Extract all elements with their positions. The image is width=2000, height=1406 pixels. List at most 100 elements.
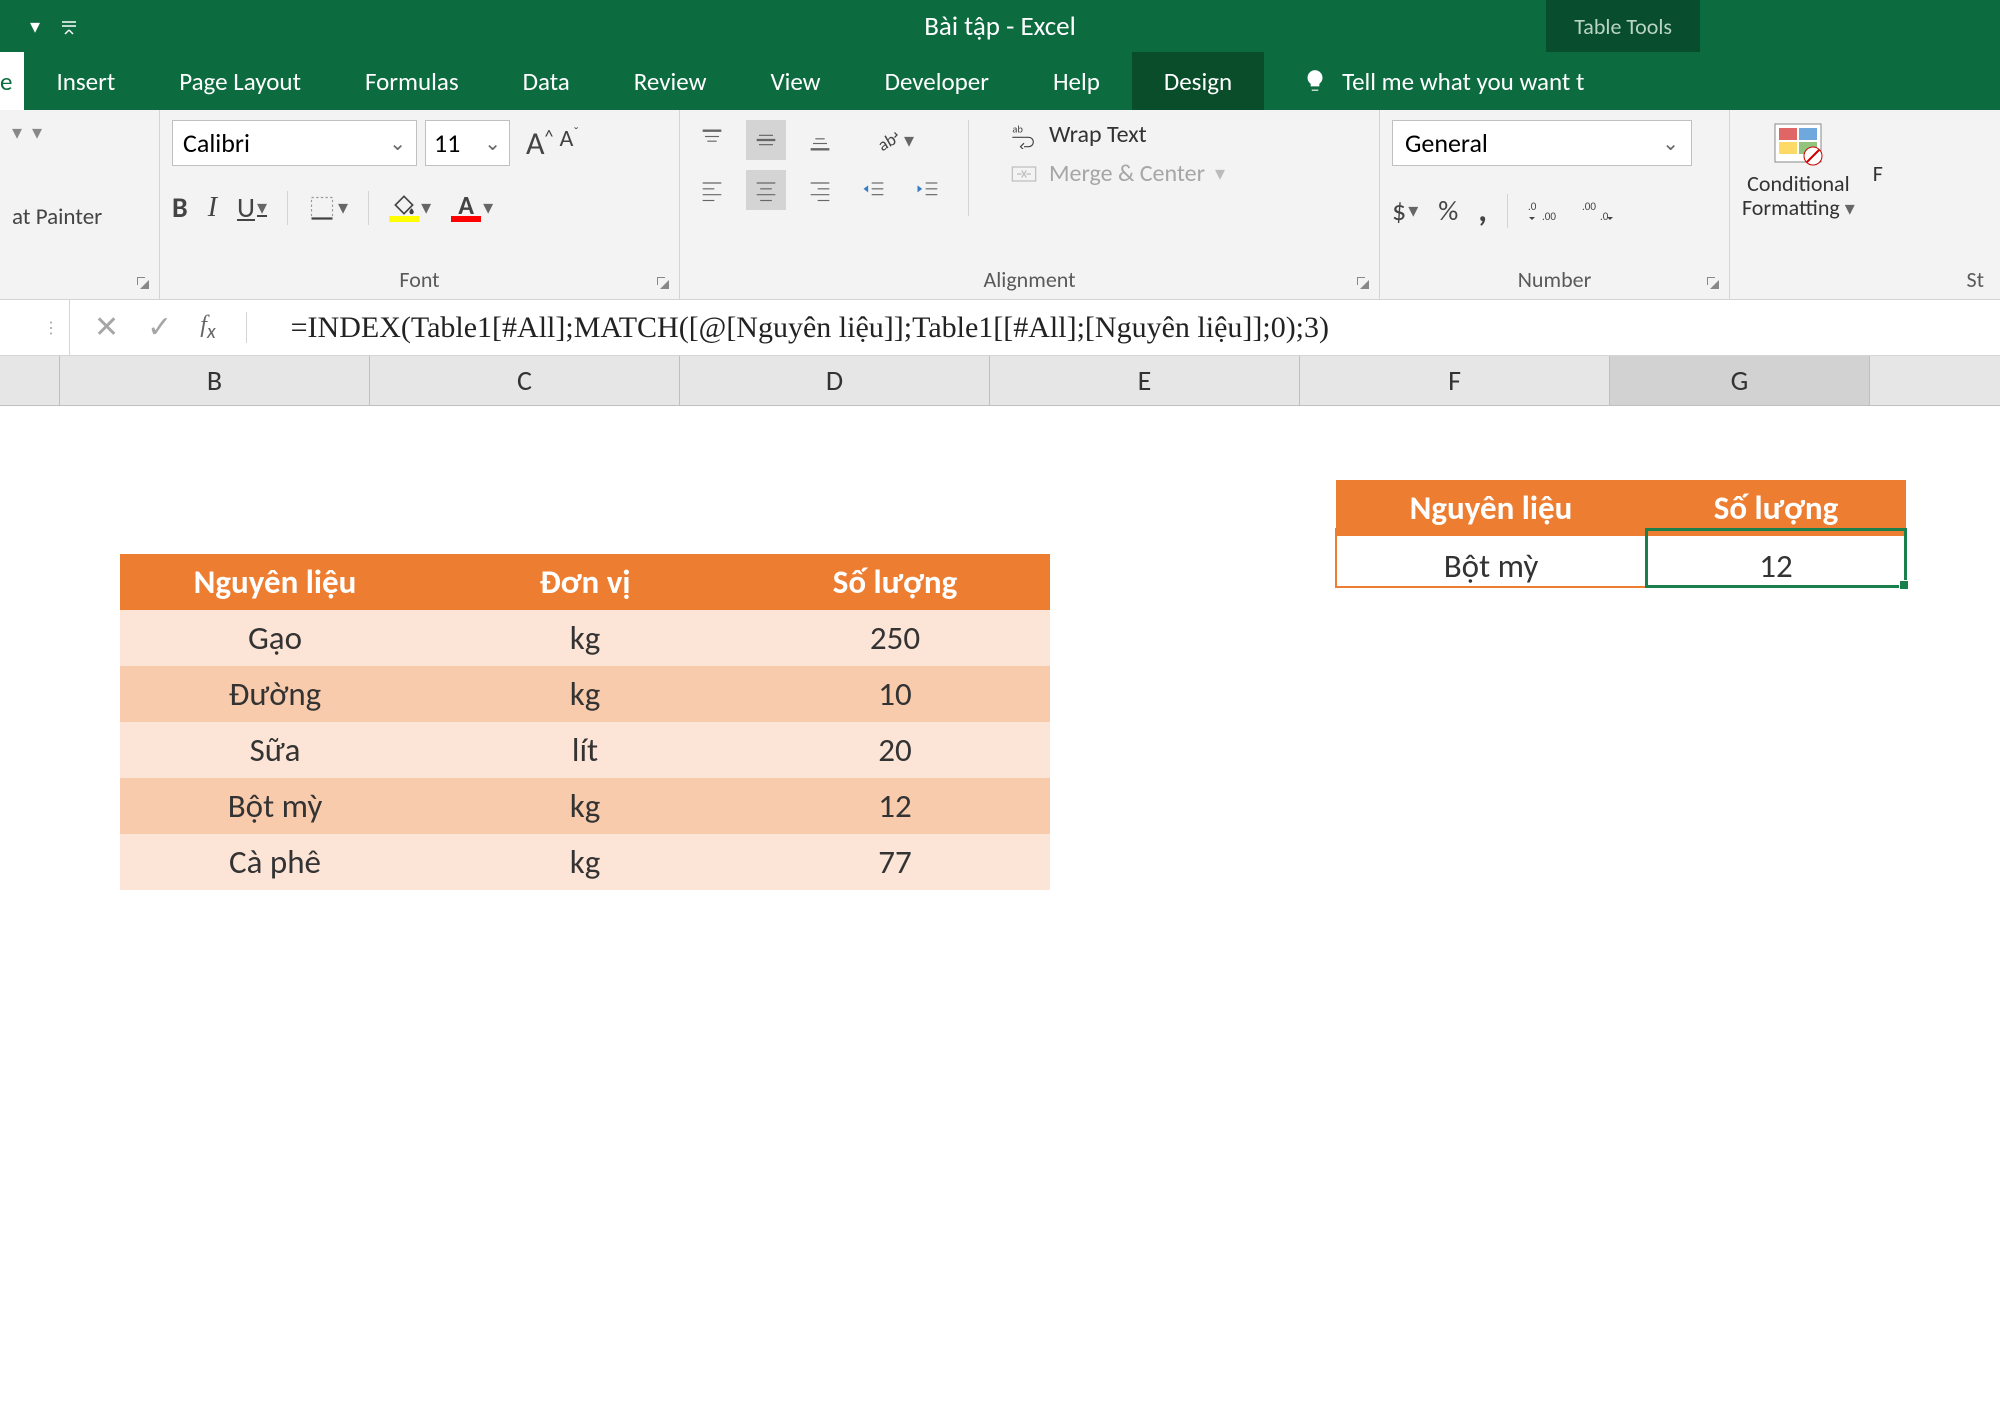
orientation-button[interactable]: ab ▾ [872, 125, 914, 155]
cell[interactable]: kg [430, 666, 740, 722]
conditional-formatting-button[interactable]: ConditionalFormatting ▾ [1742, 120, 1855, 221]
chevron-down-icon: ▾ [1215, 161, 1225, 186]
tab-developer[interactable]: Developer [853, 52, 1021, 110]
increase-indent-button[interactable] [908, 170, 948, 210]
table1-header[interactable]: Nguyên liệu [120, 554, 430, 610]
table2[interactable]: Nguyên liệu Số lượng Bột mỳ 12 [1336, 480, 1906, 596]
formula-input[interactable]: =INDEX(Table1[#All];MATCH([@[Nguyên liệu… [271, 311, 2000, 345]
underline-button[interactable]: U▾ [237, 190, 267, 225]
cell[interactable]: 20 [740, 722, 1050, 778]
qat-customize-icon[interactable] [60, 17, 78, 35]
column-header-f[interactable]: F [1300, 356, 1610, 405]
tab-file-partial[interactable]: e [0, 52, 24, 110]
align-bottom-button[interactable] [800, 120, 840, 160]
worksheet-grid[interactable]: Nguyên liệu Đơn vị Số lượng Gạo kg 250 Đ… [0, 406, 2000, 1406]
paste-dropdown-icon[interactable]: ▾ [12, 120, 22, 145]
accounting-format-button[interactable]: $▾ [1392, 193, 1418, 228]
cancel-formula-button[interactable]: ✕ [94, 309, 119, 346]
table-row: Bột mỳ 12 [1336, 536, 1906, 596]
group-label-styles-partial: St [1742, 264, 1988, 295]
alignment-dialog-launcher[interactable] [1355, 275, 1373, 293]
cell[interactable]: 250 [740, 610, 1050, 666]
table2-header[interactable]: Số lượng [1646, 480, 1906, 536]
column-header-c[interactable]: C [370, 356, 680, 405]
tab-design[interactable]: Design [1132, 52, 1264, 110]
tab-insert[interactable]: Insert [24, 52, 147, 110]
tab-review[interactable]: Review [602, 52, 739, 110]
borders-button[interactable]: ▾ [308, 194, 348, 222]
align-center-button[interactable] [746, 170, 786, 210]
format-as-table-button-partial[interactable]: F [1873, 160, 1883, 187]
group-alignment: ab ▾ ab Wrap Text [680, 110, 1380, 299]
merge-center-label: Merge & Center [1049, 159, 1205, 188]
font-dialog-launcher[interactable] [655, 275, 673, 293]
insert-function-button[interactable]: fx [200, 312, 246, 344]
qat-dropdown-icon[interactable]: ▾ [30, 14, 40, 39]
align-right-button[interactable] [800, 170, 840, 210]
bold-button[interactable]: B [172, 190, 188, 225]
tab-view[interactable]: View [738, 52, 852, 110]
shrink-font-button[interactable]: Aˇ [559, 124, 578, 163]
italic-button[interactable]: I [208, 192, 217, 224]
column-header-e[interactable]: E [990, 356, 1300, 405]
tab-help[interactable]: Help [1021, 52, 1132, 110]
column-header-d[interactable]: D [680, 356, 990, 405]
tell-me-search[interactable]: Tell me what you want t [1302, 66, 1584, 97]
cell[interactable]: 12 [740, 778, 1050, 834]
table-row: Cà phê kg 77 [120, 834, 1050, 890]
cell[interactable]: 10 [740, 666, 1050, 722]
merge-center-button[interactable]: Merge & Center ▾ [1009, 159, 1225, 188]
tab-page-layout[interactable]: Page Layout [147, 52, 333, 110]
decrease-indent-button[interactable] [854, 170, 894, 210]
cell[interactable]: kg [430, 610, 740, 666]
align-top-button[interactable] [692, 120, 732, 160]
column-header-b[interactable]: B [60, 356, 370, 405]
cell[interactable]: 77 [740, 834, 1050, 890]
comma-format-button[interactable]: , [1478, 190, 1487, 231]
font-color-button[interactable]: A ▾ [451, 194, 493, 222]
cell[interactable]: kg [430, 778, 740, 834]
decrease-decimal-button[interactable]: .00.0 [1582, 198, 1616, 224]
tab-data[interactable]: Data [491, 52, 602, 110]
tab-formulas[interactable]: Formulas [333, 52, 491, 110]
number-dialog-launcher[interactable] [1705, 275, 1723, 293]
font-size-selector[interactable]: 11 ⌄ [425, 120, 510, 166]
number-format-value: General [1405, 127, 1488, 159]
cell[interactable]: Đường [120, 666, 430, 722]
cell[interactable]: Bột mỳ [1336, 536, 1646, 596]
quick-access-toolbar: ▾ [0, 14, 78, 39]
select-all-corner[interactable] [0, 356, 60, 405]
table1-header[interactable]: Đơn vị [430, 554, 740, 610]
cell[interactable]: lít [430, 722, 740, 778]
increase-decimal-button[interactable]: .0.00 [1528, 198, 1562, 224]
cell-active[interactable]: 12 [1646, 536, 1906, 596]
wrap-text-button[interactable]: ab Wrap Text [1009, 120, 1225, 149]
clipboard-dialog-launcher[interactable] [135, 275, 153, 293]
fill-color-button[interactable]: ▾ [389, 194, 431, 222]
lightbulb-icon [1302, 68, 1328, 94]
enter-formula-button[interactable]: ✓ [147, 309, 172, 346]
chevron-down-icon: ⌄ [484, 131, 501, 156]
grow-font-button[interactable]: A^ [526, 124, 553, 163]
table1[interactable]: Nguyên liệu Đơn vị Số lượng Gạo kg 250 Đ… [120, 554, 1050, 890]
cell[interactable]: kg [430, 834, 740, 890]
align-middle-button[interactable] [746, 120, 786, 160]
cell[interactable]: Gạo [120, 610, 430, 666]
ribbon: ▾ ▾ at Painter Calibri ⌄ 11 ⌄ A^ [0, 110, 2000, 300]
table1-header[interactable]: Số lượng [740, 554, 1050, 610]
clipboard-dropdown-icon[interactable]: ▾ [32, 120, 42, 145]
font-name-selector[interactable]: Calibri ⌄ [172, 120, 417, 166]
table2-header[interactable]: Nguyên liệu [1336, 480, 1646, 536]
name-box[interactable]: ⋮ [0, 300, 70, 356]
align-left-button[interactable] [692, 170, 732, 210]
table-row: Sữa lít 20 [120, 722, 1050, 778]
chevron-down-icon: ▾ [1408, 198, 1418, 223]
cell[interactable]: Sữa [120, 722, 430, 778]
column-header-g[interactable]: G [1610, 356, 1870, 405]
number-format-selector[interactable]: General ⌄ [1392, 120, 1692, 166]
cell[interactable]: Bột mỳ [120, 778, 430, 834]
cell[interactable]: Cà phê [120, 834, 430, 890]
formula-bar: ⋮ ✕ ✓ fx =INDEX(Table1[#All];MATCH([@[Ng… [0, 300, 2000, 356]
percent-format-button[interactable]: % [1438, 193, 1458, 228]
format-painter-button[interactable]: at Painter [12, 203, 147, 231]
